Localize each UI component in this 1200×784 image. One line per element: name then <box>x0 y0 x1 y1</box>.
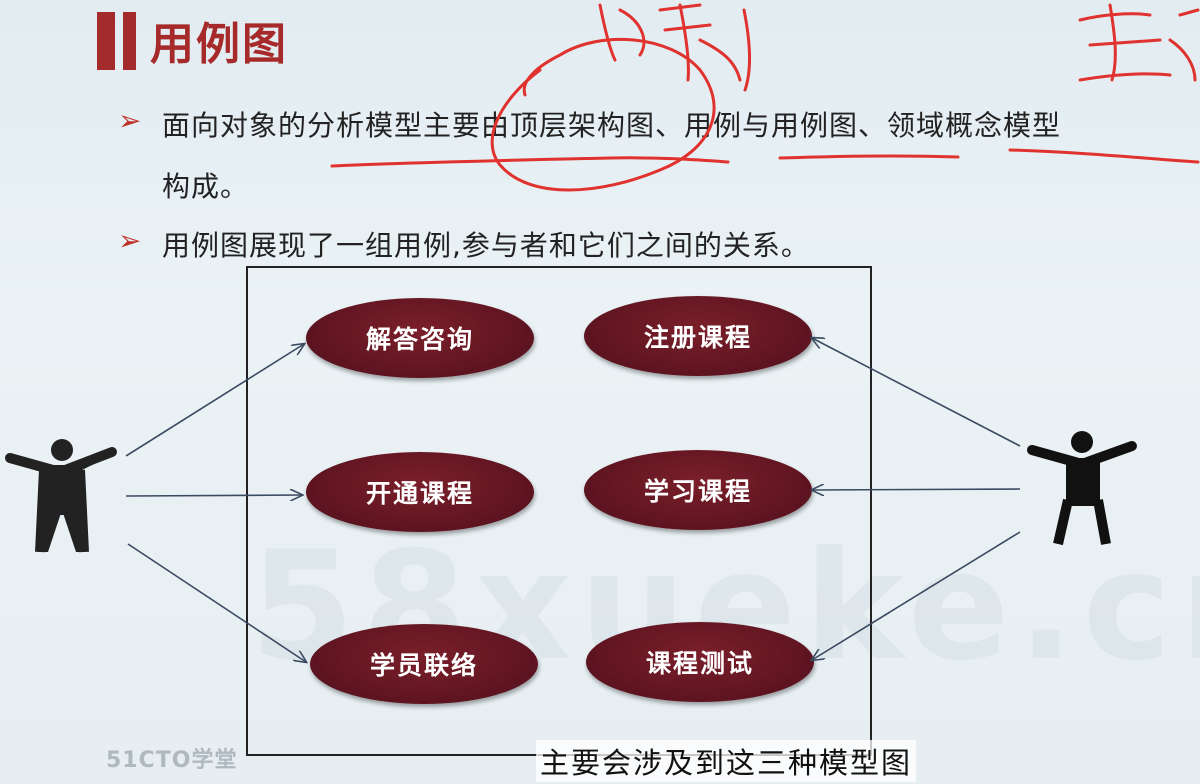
actor-left-icon <box>5 439 117 553</box>
brand-logo: 51CTO学堂 <box>106 748 238 773</box>
video-subtitle: 主要会涉及到这三种模型图 <box>536 740 917 782</box>
diagram-overlay <box>5 3 1200 784</box>
handwritten-annotation <box>330 3 1200 192</box>
actor-right-icon <box>1027 431 1137 546</box>
